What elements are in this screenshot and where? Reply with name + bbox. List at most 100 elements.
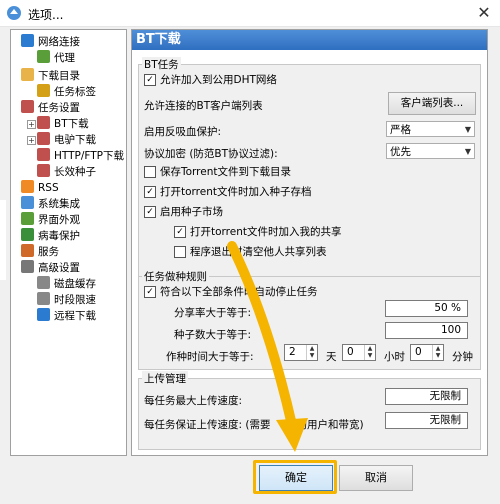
encryption-select[interactable]: 优先 ▼	[386, 143, 475, 159]
folder-icon	[21, 68, 34, 81]
tree-item-label: 时段限速	[54, 294, 96, 306]
join-share-checkbox[interactable]: ✓	[174, 226, 186, 238]
max-upload-label: 每任务最大上传速度:	[144, 395, 243, 407]
days-stepper[interactable]: 2 ▲ ▼	[284, 344, 318, 361]
min-upload-label: 每任务保证上传速度: (需要 的用户和带宽)	[144, 419, 364, 431]
join-share-label: 打开torrent文件时加入我的共享	[190, 226, 342, 238]
tree-item-label: 磁盘缓存	[54, 278, 96, 290]
title-bar: 选项... ✕	[0, 0, 500, 27]
proxy-icon	[37, 50, 50, 63]
bt-task-group-title: BT任务	[142, 57, 181, 72]
options-tree: 网络连接代理下载目录任务标签任务设置 BT下载 + 电驴下载 + HTTP/FTP下载 长效…	[10, 29, 127, 456]
tree-item-12[interactable]: 病毒保护	[21, 228, 80, 244]
open-torrent-label: 打开torrent文件时加入种子存档	[160, 186, 312, 198]
encryption-value: 优先	[390, 146, 411, 158]
rss-icon	[21, 180, 34, 193]
chevron-down-icon: ▼	[464, 125, 471, 134]
tree-item-4[interactable]: 任务设置	[21, 100, 80, 116]
minutes-unit: 分钟	[452, 351, 473, 363]
seed-market-checkbox[interactable]: ✓	[144, 206, 156, 218]
seeds-label: 种子数大于等于:	[174, 329, 252, 341]
seed-time-label: 作种时间大于等于:	[166, 351, 254, 363]
advanced-icon	[21, 260, 34, 273]
hours-unit: 小时	[384, 351, 405, 363]
tree-item-14[interactable]: 高级设置	[21, 260, 80, 276]
tree-item-3[interactable]: 任务标签	[37, 84, 96, 100]
encryption-label: 协议加密 (防范BT协议过滤):	[144, 148, 278, 160]
tree-item-label: 服务	[38, 246, 59, 258]
dht-checkbox[interactable]: ✓	[144, 74, 156, 86]
clear-share-checkbox[interactable]	[174, 246, 186, 258]
integration-icon	[21, 196, 34, 209]
tree-item-0[interactable]: 网络连接	[21, 34, 80, 50]
tree-item-1[interactable]: 代理	[37, 50, 75, 66]
expand-icon[interactable]: +	[27, 120, 36, 129]
background-window	[0, 200, 6, 280]
ratio-label: 分享率大于等于:	[174, 307, 252, 319]
tree-item-label: 下载目录	[38, 70, 80, 82]
service-icon	[21, 244, 34, 257]
globe-icon	[21, 34, 34, 47]
save-torrent-checkbox[interactable]	[144, 166, 156, 178]
tree-item-11[interactable]: 界面外观	[21, 212, 80, 228]
client-list-button[interactable]: 客户端列表...	[388, 92, 476, 115]
tree-item-5[interactable]: BT下载	[37, 116, 89, 132]
app-icon	[7, 6, 21, 20]
clear-share-label: 程序退出时清空他人共享列表	[190, 246, 327, 258]
tag-icon	[37, 84, 50, 97]
anti-leech-label: 启用反吸血保护:	[144, 126, 222, 138]
disk-icon	[37, 276, 50, 289]
remote-icon	[37, 308, 50, 321]
client-list-label: 允许连接的BT客户端列表	[144, 100, 263, 112]
open-torrent-checkbox[interactable]: ✓	[144, 186, 156, 198]
auto-stop-checkbox[interactable]: ✓	[144, 286, 156, 298]
tree-item-label: 系统集成	[38, 198, 80, 210]
tree-item-label: HTTP/FTP下载	[54, 150, 125, 162]
dht-label: 允许加入到公用DHT网络	[160, 74, 277, 86]
tree-item-9[interactable]: RSS	[21, 180, 59, 196]
seeds-input[interactable]: 100	[385, 322, 468, 339]
ratio-input[interactable]: 50 %	[385, 300, 468, 317]
anti-leech-select[interactable]: 严格 ▼	[386, 121, 475, 137]
tree-item-13[interactable]: 服务	[21, 244, 59, 260]
tree-item-label: 界面外观	[38, 214, 80, 226]
tree-item-10[interactable]: 系统集成	[21, 196, 80, 212]
settings-panel: BT下载 BT任务 ✓ 允许加入到公用DHT网络 允许连接的BT客户端列表 客户…	[131, 29, 488, 456]
shield-icon	[21, 228, 34, 241]
tree-item-8[interactable]: 长效种子	[37, 164, 96, 180]
tree-item-label: 电驴下载	[54, 134, 96, 146]
chevron-down-icon: ▼	[464, 147, 471, 156]
tree-item-2[interactable]: 下载目录	[21, 68, 80, 84]
max-upload-input[interactable]: 无限制	[385, 388, 468, 405]
tree-item-label: BT下载	[54, 118, 89, 130]
spin-arrows-icon[interactable]: ▲ ▼	[432, 345, 443, 360]
tree-item-label: 病毒保护	[38, 230, 80, 242]
seed-icon	[37, 164, 50, 177]
tree-item-label: 远程下载	[54, 310, 96, 322]
days-value: 2	[289, 346, 296, 358]
tree-item-label: 代理	[54, 52, 75, 64]
appearance-icon	[21, 212, 34, 225]
tree-item-17[interactable]: 远程下载	[37, 308, 96, 324]
tree-item-7[interactable]: HTTP/FTP下载	[37, 148, 124, 164]
days-unit: 天	[326, 351, 337, 363]
tree-item-label: 任务标签	[54, 86, 96, 98]
hours-stepper[interactable]: 0 ▲ ▼	[342, 344, 376, 361]
tree-item-label: RSS	[38, 182, 59, 194]
task-settings-icon	[21, 100, 34, 113]
minutes-stepper[interactable]: 0 ▲ ▼	[410, 344, 444, 361]
tree-item-6[interactable]: 电驴下载	[37, 132, 96, 148]
min-upload-input[interactable]: 无限制	[385, 412, 468, 429]
minutes-value: 0	[415, 346, 422, 358]
emule-icon	[37, 132, 50, 145]
tree-item-15[interactable]: 磁盘缓存	[37, 276, 96, 292]
cancel-button[interactable]: 取消	[339, 465, 413, 491]
close-icon[interactable]: ✕	[472, 3, 496, 23]
expand-icon[interactable]: +	[27, 136, 36, 145]
hours-value: 0	[347, 346, 354, 358]
spin-arrows-icon[interactable]: ▲ ▼	[364, 345, 375, 360]
tree-item-16[interactable]: 时段限速	[37, 292, 96, 308]
tree-item-label: 长效种子	[54, 166, 96, 178]
anti-leech-value: 严格	[390, 124, 411, 136]
spin-arrows-icon[interactable]: ▲ ▼	[306, 345, 317, 360]
